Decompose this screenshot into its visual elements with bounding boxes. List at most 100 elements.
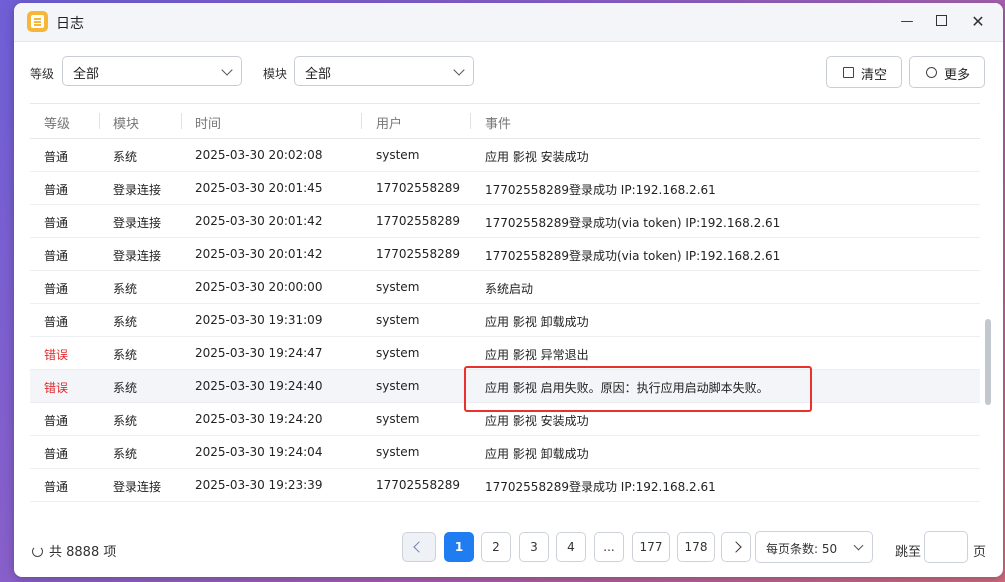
cell-user: system	[376, 445, 420, 459]
vertical-scrollbar[interactable]	[985, 139, 991, 509]
cell-time: 2025-03-30 20:02:08	[195, 148, 323, 162]
chevron-right-icon	[730, 541, 742, 553]
next-page-button[interactable]	[721, 532, 751, 562]
table-row[interactable]: 普通 系统 2025-03-30 19:24:04 system 应用 影视 卸…	[30, 436, 980, 469]
cell-time: 2025-03-30 19:24:47	[195, 346, 323, 360]
minimize-icon[interactable]: —	[896, 11, 918, 33]
jump-suffix: 页	[973, 545, 987, 560]
level-filter-label: 等级	[30, 67, 55, 81]
cell-time: 2025-03-30 20:01:42	[195, 247, 323, 261]
level-select[interactable]: 全部	[62, 56, 242, 86]
table-row[interactable]: 普通 登录连接 2025-03-30 19:23:39 17702558289 …	[30, 469, 980, 502]
table-row[interactable]: 普通 系统 2025-03-30 19:31:09 system 应用 影视 卸…	[30, 304, 980, 337]
per-page-select[interactable]: 每页条数: 50	[755, 531, 873, 563]
page-button-2[interactable]: 2	[481, 532, 511, 562]
column-header-level[interactable]: 等级	[44, 113, 70, 132]
cell-event: 应用 影视 安装成功	[485, 414, 589, 428]
table-row[interactable]: 普通 登录连接 2025-03-30 20:01:42 17702558289 …	[30, 205, 980, 238]
cell-user: 17702558289	[376, 247, 460, 261]
module-select-value: 全部	[305, 67, 332, 82]
cell-time: 2025-03-30 19:24:20	[195, 412, 323, 426]
column-header-event[interactable]: 事件	[485, 113, 511, 132]
cell-module: 系统	[113, 150, 138, 164]
log-table-body: 普通 系统 2025-03-30 20:02:08 system 应用 影视 安…	[30, 139, 980, 509]
cell-level: 普通	[44, 315, 69, 329]
chevron-down-icon	[453, 64, 465, 76]
jump-page-input[interactable]	[924, 531, 968, 563]
more-icon	[926, 67, 937, 78]
cell-event: 17702558289登录成功(via token) IP:192.168.2.…	[485, 216, 781, 230]
cell-event: 应用 影视 卸载成功	[485, 315, 589, 329]
more-button[interactable]: 更多	[909, 56, 985, 88]
filter-bar: 等级 全部 模块 全部 清空 更多	[14, 41, 1003, 101]
cell-user: system	[376, 379, 420, 393]
table-row[interactable]: 普通 登录连接 2025-03-30 20:01:45 17702558289 …	[30, 172, 980, 205]
table-row[interactable]: 普通 登录连接 2025-03-30 20:01:42 17702558289 …	[30, 238, 980, 271]
table-row[interactable]: 普通 系统 2025-03-30 20:00:00 system 系统启动	[30, 271, 980, 304]
cell-user: system	[376, 346, 420, 360]
refresh-icon[interactable]	[32, 546, 43, 557]
page-button-4[interactable]: 4	[556, 532, 586, 562]
cell-module: 系统	[113, 348, 138, 362]
close-icon[interactable]: ✕	[967, 11, 989, 33]
cell-event: 系统启动	[485, 282, 534, 296]
total-count: 共 8888 项	[32, 541, 116, 560]
cell-time: 2025-03-30 20:01:42	[195, 214, 323, 228]
cell-level: 普通	[44, 150, 69, 164]
cell-event: 应用 影视 异常退出	[485, 348, 589, 362]
table-header: 等级 模块 时间 用户 事件	[30, 103, 980, 139]
total-count-label: 共 8888 项	[49, 545, 117, 560]
page-button-178[interactable]: 178	[677, 532, 715, 562]
cell-user: system	[376, 313, 420, 327]
column-divider[interactable]	[181, 113, 182, 129]
table-row-hovered[interactable]: 错误 系统 2025-03-30 19:24:40 system 应用 影视 启…	[30, 370, 980, 403]
cell-module: 登录连接	[113, 216, 162, 230]
cell-event: 17702558289登录成功 IP:192.168.2.61	[485, 480, 716, 494]
column-divider[interactable]	[99, 113, 100, 129]
maximize-icon[interactable]	[930, 11, 952, 33]
table-row[interactable]: 普通 系统 2025-03-30 20:02:08 system 应用 影视 安…	[30, 139, 980, 172]
prev-page-button[interactable]	[402, 532, 436, 562]
cell-level: 普通	[44, 249, 69, 263]
cell-event: 应用 影视 安装成功	[485, 150, 589, 164]
table-row[interactable]: 普通 系统 2025-03-30 19:24:20 system 应用 影视 安…	[30, 403, 980, 436]
cell-level-error: 错误	[44, 348, 69, 362]
clear-button[interactable]: 清空	[826, 56, 902, 88]
cell-time: 2025-03-30 19:24:04	[195, 445, 323, 459]
page-button-1[interactable]: 1	[444, 532, 474, 562]
cell-user: system	[376, 412, 420, 426]
chevron-down-icon	[853, 540, 864, 551]
cell-event: 17702558289登录成功 IP:192.168.2.61	[485, 183, 716, 197]
cell-module: 系统	[113, 447, 138, 461]
cell-time: 2025-03-30 19:31:09	[195, 313, 323, 327]
level-select-value: 全部	[73, 67, 100, 82]
page-button-3[interactable]: 3	[519, 532, 549, 562]
cell-level: 普通	[44, 447, 69, 461]
cell-time: 2025-03-30 19:23:39	[195, 478, 323, 492]
cell-module: 登录连接	[113, 249, 162, 263]
cell-user: system	[376, 280, 420, 294]
column-header-time[interactable]: 时间	[195, 113, 221, 132]
cell-level: 普通	[44, 282, 69, 296]
module-select[interactable]: 全部	[294, 56, 474, 86]
page-button-177[interactable]: 177	[632, 532, 670, 562]
page-ellipsis[interactable]: ...	[594, 532, 624, 562]
column-header-user[interactable]: 用户	[376, 113, 402, 132]
trash-icon	[843, 67, 854, 78]
cell-level: 普通	[44, 480, 69, 494]
column-header-module[interactable]: 模块	[113, 113, 139, 132]
cell-user: 17702558289	[376, 181, 460, 195]
chevron-down-icon	[221, 64, 233, 76]
title-bar: 日志 — ✕	[14, 3, 1003, 42]
table-row[interactable]: 错误 系统 2025-03-30 19:24:47 system 应用 影视 异…	[30, 337, 980, 370]
log-app-icon	[27, 11, 48, 32]
more-button-label: 更多	[944, 68, 971, 83]
cell-user: system	[376, 148, 420, 162]
cell-time: 2025-03-30 20:00:00	[195, 280, 323, 294]
cell-time: 2025-03-30 20:01:45	[195, 181, 323, 195]
column-divider[interactable]	[470, 113, 471, 129]
cell-time: 2025-03-30 19:24:40	[195, 379, 323, 393]
cell-module: 系统	[113, 381, 138, 395]
column-divider[interactable]	[361, 113, 362, 129]
scrollbar-thumb[interactable]	[985, 319, 991, 405]
